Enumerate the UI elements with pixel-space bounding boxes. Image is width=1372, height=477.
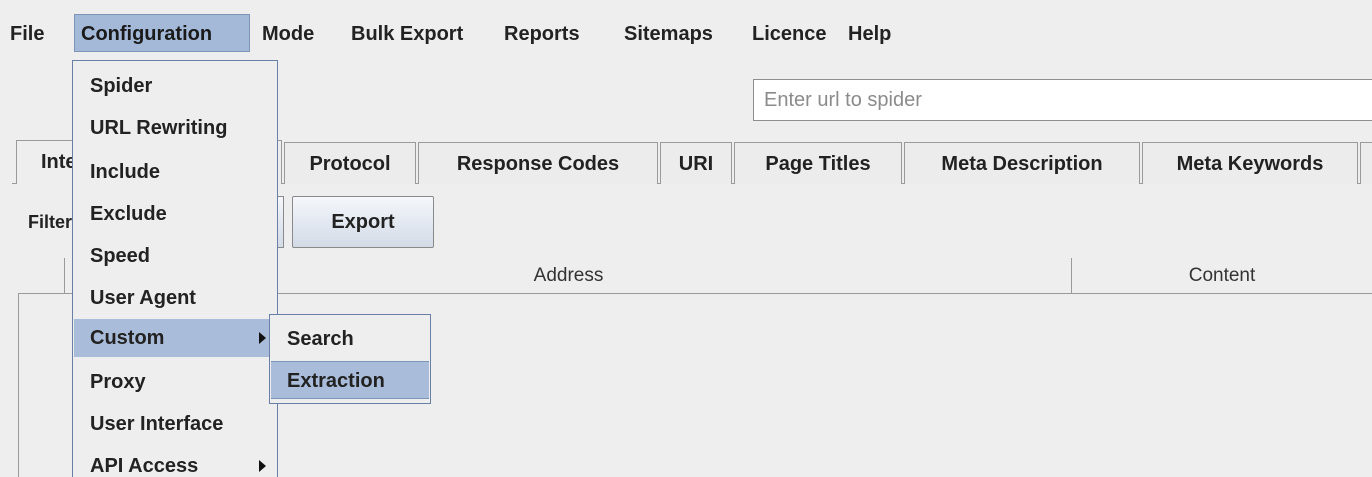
- menu-item-speed[interactable]: Speed: [74, 237, 276, 275]
- tab-uri[interactable]: URI: [660, 142, 732, 184]
- menu-licence[interactable]: Licence: [752, 16, 826, 52]
- tab-overflow[interactable]: [1360, 142, 1372, 184]
- menu-item-api-access-label: API Access: [90, 455, 199, 477]
- menu-item-user-agent[interactable]: User Agent: [74, 279, 276, 317]
- menu-bar: File Configuration Mode Bulk Export Repo…: [0, 0, 1372, 62]
- submenu-item-search[interactable]: Search: [271, 320, 429, 358]
- menu-configuration[interactable]: Configuration: [74, 14, 250, 52]
- menu-item-exclude[interactable]: Exclude: [74, 195, 276, 233]
- filter-label: Filter: [28, 212, 73, 232]
- menu-item-custom[interactable]: Custom: [74, 319, 276, 357]
- configuration-menu: Spider URL Rewriting Include Exclude Spe…: [72, 60, 278, 477]
- app-window: File Configuration Mode Bulk Export Repo…: [0, 0, 1372, 477]
- menu-item-user-interface[interactable]: User Interface: [74, 405, 276, 443]
- menu-item-proxy[interactable]: Proxy: [74, 363, 276, 401]
- custom-submenu: Search Extraction: [269, 314, 431, 404]
- url-input[interactable]: Enter url to spider: [753, 79, 1372, 121]
- submenu-arrow-icon: [259, 460, 266, 472]
- tab-meta-keywords[interactable]: Meta Keywords: [1142, 142, 1358, 184]
- menu-reports[interactable]: Reports: [504, 16, 580, 52]
- menu-mode[interactable]: Mode: [262, 16, 314, 52]
- tab-page-titles[interactable]: Page Titles: [734, 142, 902, 184]
- menu-help[interactable]: Help: [848, 16, 891, 52]
- column-header-content[interactable]: Content: [1072, 258, 1372, 294]
- menu-file[interactable]: File: [10, 16, 44, 52]
- row-number-column-divider: [64, 258, 65, 294]
- menu-item-include[interactable]: Include: [74, 153, 276, 191]
- tab-meta-description[interactable]: Meta Description: [904, 142, 1140, 184]
- tab-response-codes[interactable]: Response Codes: [418, 142, 658, 184]
- export-button[interactable]: Export: [292, 196, 434, 248]
- menu-bulk-export[interactable]: Bulk Export: [351, 16, 463, 52]
- submenu-arrow-icon: [259, 332, 266, 344]
- tab-protocol[interactable]: Protocol: [284, 142, 416, 184]
- submenu-item-extraction[interactable]: Extraction: [271, 361, 429, 399]
- menu-item-custom-label: Custom: [90, 327, 165, 349]
- menu-item-url-rewriting[interactable]: URL Rewriting: [74, 109, 276, 147]
- menu-sitemaps[interactable]: Sitemaps: [624, 16, 713, 52]
- menu-item-spider[interactable]: Spider: [74, 67, 276, 105]
- menu-item-api-access[interactable]: API Access: [74, 447, 276, 477]
